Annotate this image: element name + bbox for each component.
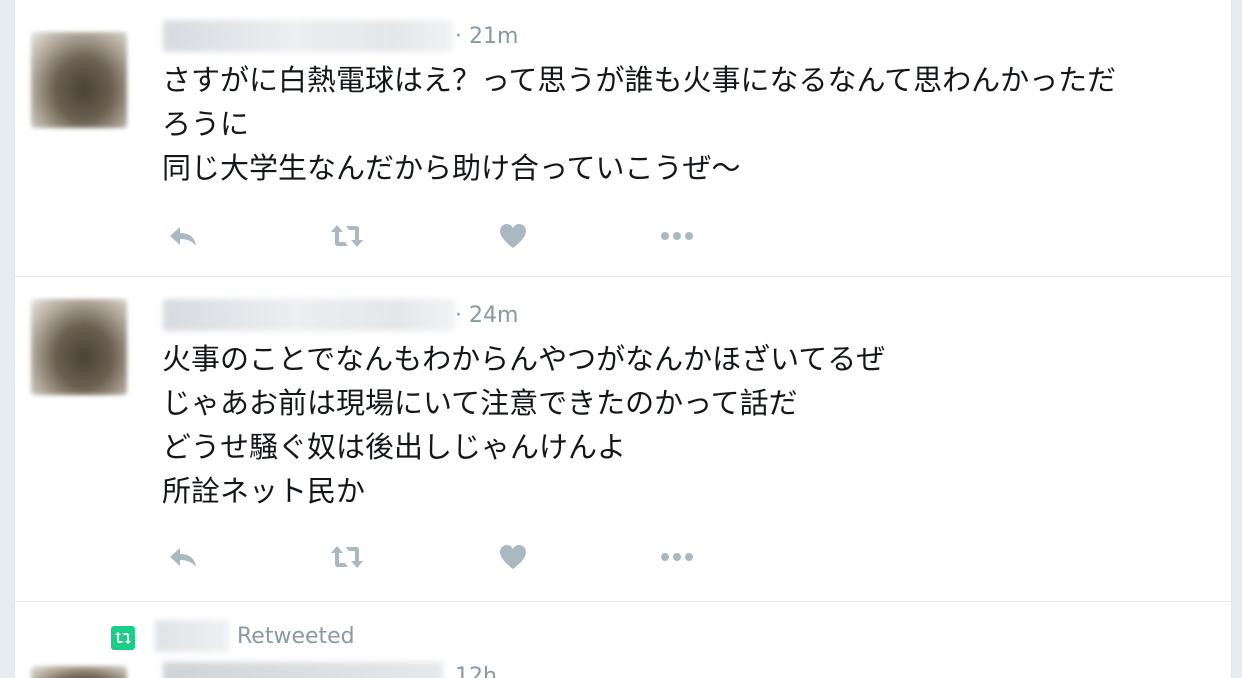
tweet-timestamp[interactable]: 12h xyxy=(455,664,497,678)
timeline: · 21m さすがに白熱電球はえ？って思うが誰も火事になるなんて思わんかっただ … xyxy=(14,0,1232,678)
more-icon xyxy=(661,553,693,561)
avatar[interactable] xyxy=(31,299,127,395)
heart-icon xyxy=(500,545,526,569)
tweet-text-line: 所詮ネット民か xyxy=(162,474,366,508)
blurred-retweeter-name[interactable] xyxy=(155,620,229,652)
reply-button[interactable] xyxy=(163,539,203,575)
blurred-user-name[interactable] xyxy=(163,299,455,331)
heart-icon xyxy=(500,224,526,248)
tweet[interactable]: Retweeted 12h xyxy=(15,602,1231,678)
avatar[interactable] xyxy=(31,32,127,128)
tweet-timestamp[interactable]: · 24m xyxy=(455,303,518,328)
avatar[interactable] xyxy=(31,666,127,678)
more-button[interactable] xyxy=(657,218,697,254)
tweet-text-line: 火事のことでなんもわからんやつがなんかほざいてるぜ xyxy=(162,342,886,376)
reply-button[interactable] xyxy=(163,218,203,254)
retweeted-label: Retweeted xyxy=(237,624,355,649)
blurred-user-name[interactable] xyxy=(163,20,453,52)
tweet-actions xyxy=(163,218,723,254)
reply-icon xyxy=(170,548,196,567)
retweet-button[interactable] xyxy=(327,218,367,254)
tweet-text-line: ろうに xyxy=(162,107,250,141)
retweeted-badge-icon xyxy=(111,626,135,650)
tweet-text: さすがに白熱電球はえ？って思うが誰も火事になるなんて思わんかっただ ろうに 同じ… xyxy=(162,58,1116,190)
reply-icon xyxy=(170,227,196,246)
tweet-text-line: 同じ大学生なんだから助け合っていこうぜ～ xyxy=(162,151,741,185)
tweet-text-line: どうせ騒ぐ奴は後出しじゃんけんよ xyxy=(162,430,627,464)
tweet-text-line: さすがに白熱電球はえ？って思うが誰も火事になるなんて思わんかっただ xyxy=(162,63,1117,97)
tweet[interactable]: · 24m 火事のことでなんもわからんやつがなんかほざいてるぜ じゃあお前は現場… xyxy=(15,277,1231,602)
more-icon xyxy=(661,232,693,240)
retweet-icon xyxy=(331,225,363,247)
like-button[interactable] xyxy=(493,218,533,254)
tweet-timestamp[interactable]: · 21m xyxy=(455,24,518,49)
retweet-icon xyxy=(331,546,363,568)
tweet[interactable]: · 21m さすがに白熱電球はえ？って思うが誰も火事になるなんて思わんかっただ … xyxy=(15,0,1231,277)
like-button[interactable] xyxy=(493,539,533,575)
tweet-text: 火事のことでなんもわからんやつがなんかほざいてるぜ じゃあお前は現場にいて注意で… xyxy=(162,337,885,513)
retweet-button[interactable] xyxy=(327,539,367,575)
tweet-actions xyxy=(163,539,723,575)
more-button[interactable] xyxy=(657,539,697,575)
tweet-text-line: じゃあお前は現場にいて注意できたのかって話だ xyxy=(162,386,798,420)
blurred-user-name[interactable] xyxy=(163,662,443,678)
